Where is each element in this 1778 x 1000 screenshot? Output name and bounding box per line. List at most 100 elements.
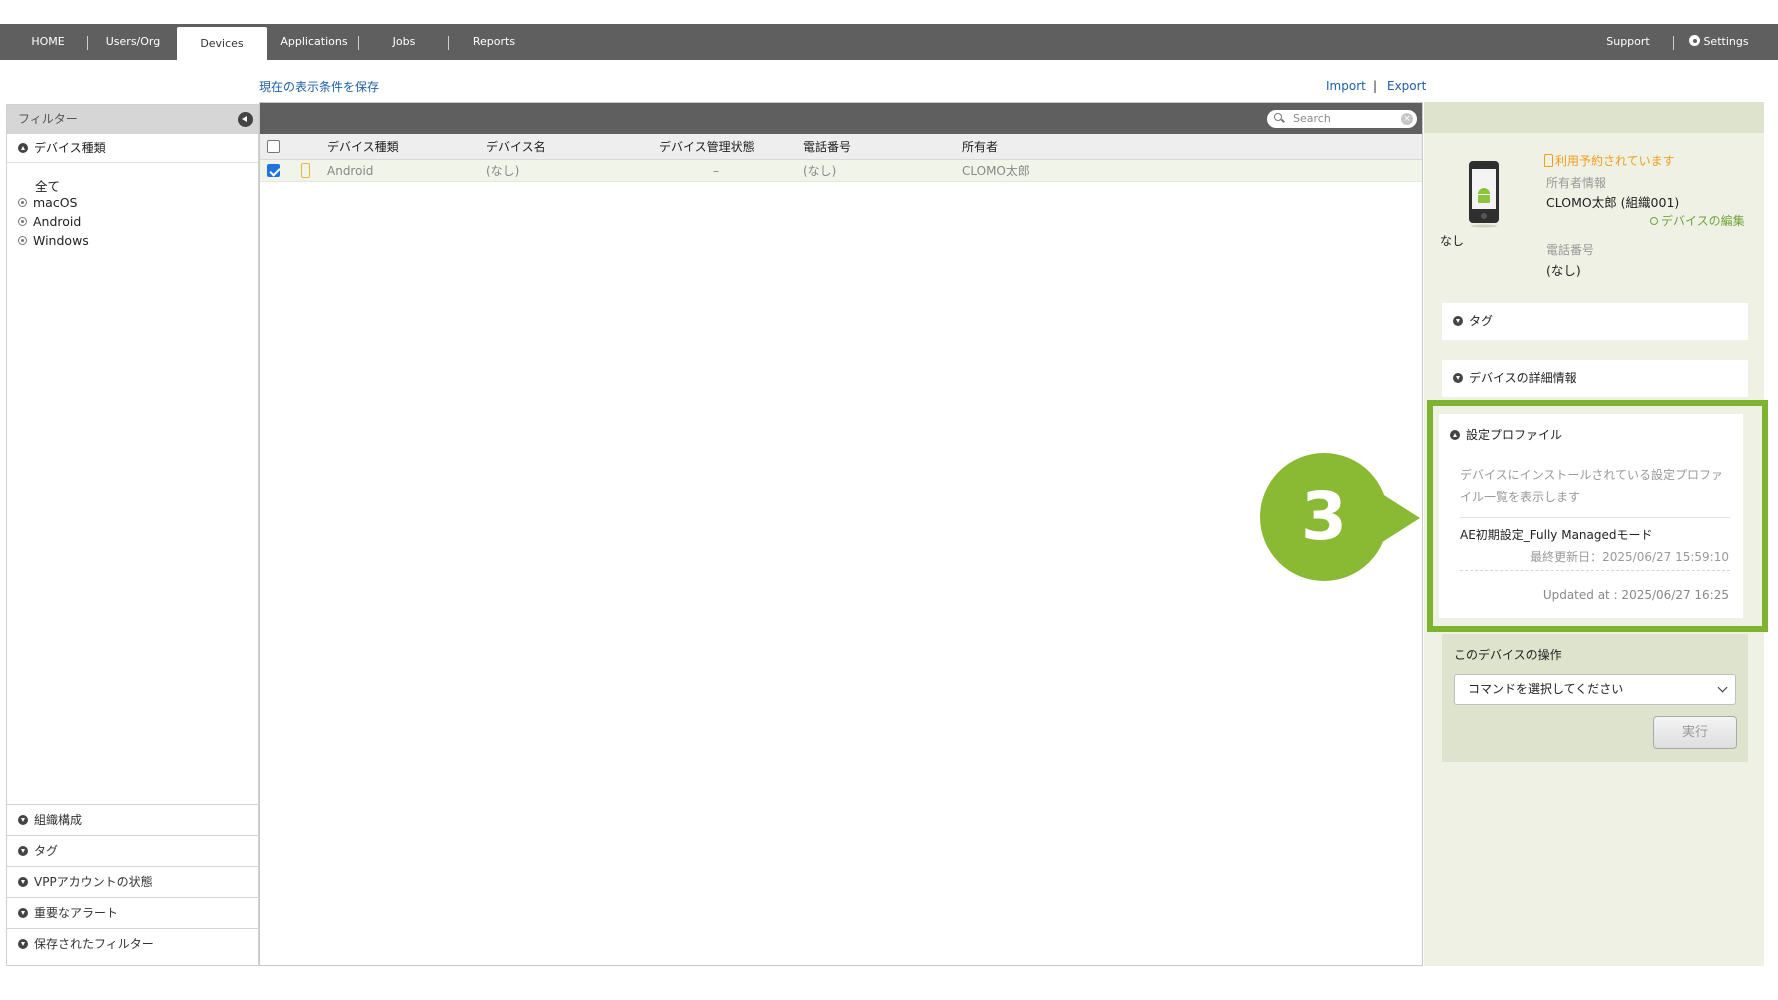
config-profile-toggle[interactable]: 設定プロファイル: [1450, 426, 1562, 443]
select-all-checkbox[interactable]: [267, 140, 280, 153]
filter-option-macos[interactable]: macOS: [18, 195, 77, 210]
gear-icon: [1689, 35, 1701, 46]
reservation-notice: 利用予約されています: [1544, 152, 1675, 169]
radio-icon: [18, 217, 27, 226]
save-view-link[interactable]: 現在の表示条件を保存: [259, 78, 379, 95]
filter-title: フィルター: [18, 112, 78, 126]
filter-header: フィルター: [7, 105, 258, 134]
config-profile-title: 設定プロファイル: [1466, 428, 1563, 442]
filter-section-org[interactable]: 組織構成: [7, 804, 258, 835]
filter-option-label: Android: [33, 214, 82, 229]
phone-value: (なし): [1546, 263, 1581, 278]
chevron-down-icon: [18, 939, 28, 949]
chevron-down-icon: [18, 877, 28, 887]
nav-devices[interactable]: Devices: [177, 27, 267, 60]
filter-option-all[interactable]: 全て: [35, 176, 60, 195]
chevron-down-icon: [1453, 373, 1463, 383]
filter-section-alerts[interactable]: 重要なアラート: [7, 897, 258, 928]
phone-label: 電話番号: [1546, 243, 1595, 257]
device-caption: なし: [1440, 234, 1465, 248]
import-link[interactable]: Import: [1326, 79, 1366, 93]
chevron-down-icon: [18, 908, 28, 918]
nav-applications[interactable]: Applications: [276, 24, 352, 60]
filter-option-android[interactable]: Android: [18, 214, 81, 229]
filter-panel: フィルター デバイス種類 全て macOS Android Windows 組織…: [6, 104, 259, 966]
nav-separator: [358, 36, 359, 50]
column-owner[interactable]: 所有者: [962, 134, 998, 160]
cell-phone: (なし): [803, 164, 837, 178]
android-phone-icon: [1469, 161, 1499, 228]
command-select[interactable]: コマンドを選択してください: [1454, 674, 1736, 705]
nav-users-org[interactable]: Users/Org: [98, 24, 168, 60]
edit-icon: [1650, 217, 1658, 225]
search-input[interactable]: Search ×: [1267, 110, 1417, 128]
tag-section[interactable]: タグ: [1442, 303, 1748, 340]
device-operations: このデバイスの操作 コマンドを選択してください 実行: [1442, 634, 1748, 762]
nav-separator: [87, 36, 88, 50]
column-phone[interactable]: 電話番号: [803, 134, 851, 160]
edit-device-label: デバイスの編集: [1661, 214, 1745, 228]
nav-separator: [1673, 36, 1674, 50]
chevron-down-icon: [1717, 682, 1728, 693]
column-device-name[interactable]: デバイス名: [486, 134, 546, 160]
edit-device-link[interactable]: デバイスの編集: [1650, 212, 1745, 229]
profile-last-updated: 最終更新日：2025/06/27 15:59:10: [1530, 550, 1729, 564]
detail-header-bar: [1424, 102, 1764, 133]
reservation-text: 利用予約されています: [1555, 154, 1675, 168]
smartphone-icon: [301, 163, 310, 178]
filter-section-label: 組織構成: [34, 813, 83, 827]
divider: [1460, 517, 1730, 518]
export-link[interactable]: Export: [1387, 79, 1426, 93]
nav-settings-label: Settings: [1703, 35, 1749, 48]
filter-option-label: macOS: [33, 195, 78, 210]
chevron-up-icon: [18, 143, 28, 153]
chevron-up-icon: [1450, 430, 1460, 440]
nav-separator: [448, 36, 449, 50]
chevron-down-icon: [1453, 316, 1463, 326]
command-select-value: コマンドを選択してください: [1468, 682, 1624, 696]
profile-updated-at: Updated at : 2025/06/27 16:25: [1542, 588, 1729, 602]
owner-label: 所有者情報: [1546, 176, 1607, 190]
config-profile-section: 設定プロファイル デバイスにインストールされている設定プロファイル一覧を表示しま…: [1439, 414, 1743, 618]
nav-reports[interactable]: Reports: [464, 24, 524, 60]
step-number: 3: [1301, 478, 1347, 555]
search-icon: [1274, 113, 1282, 121]
operations-title: このデバイスの操作: [1454, 648, 1562, 662]
divider: [1460, 570, 1730, 571]
filter-section-tag[interactable]: タグ: [7, 835, 258, 866]
cell-device-type: Android: [327, 164, 374, 178]
clear-icon[interactable]: ×: [1401, 113, 1413, 125]
filter-section-label: タグ: [34, 844, 59, 858]
filter-section-vpp[interactable]: VPPアカウントの状態: [7, 866, 258, 897]
filter-section-label: 保存されたフィルター: [34, 937, 154, 951]
filter-section-label: 重要なアラート: [34, 906, 119, 920]
column-management-status[interactable]: デバイス管理状態: [659, 134, 755, 160]
cell-device-name: (なし): [486, 164, 520, 178]
device-details-label: デバイスの詳細情報: [1469, 371, 1577, 385]
list-toolbar: Search ×: [260, 103, 1422, 134]
column-device-type[interactable]: デバイス種類: [327, 134, 399, 160]
cell-owner: CLOMO太郎: [962, 164, 1030, 178]
search-placeholder: Search: [1293, 112, 1331, 125]
top-nav: HOME Users/Org Devices Applications Jobs…: [0, 24, 1778, 60]
radio-icon: [18, 198, 27, 207]
tag-section-label: タグ: [1469, 314, 1494, 328]
table-row[interactable]: Android (なし) – (なし) CLOMO太郎: [260, 160, 1422, 182]
collapse-filter-icon[interactable]: [238, 112, 253, 127]
run-button[interactable]: 実行: [1653, 716, 1737, 749]
nav-support[interactable]: Support: [1598, 24, 1658, 60]
chevron-down-icon: [18, 815, 28, 825]
device-details-section[interactable]: デバイスの詳細情報: [1442, 360, 1748, 397]
table-header: デバイス種類 デバイス名 デバイス管理状態 電話番号 所有者: [260, 134, 1422, 160]
filter-option-windows[interactable]: Windows: [18, 233, 89, 248]
row-checkbox[interactable]: [267, 164, 280, 177]
nav-home[interactable]: HOME: [20, 24, 76, 60]
device-type-section[interactable]: デバイス種類: [7, 134, 258, 163]
reservation-icon: [1544, 154, 1553, 167]
profile-name[interactable]: AE初期設定_Fully Managedモード: [1460, 526, 1653, 543]
cell-status: –: [713, 164, 719, 178]
nav-jobs[interactable]: Jobs: [380, 24, 428, 60]
chevron-down-icon: [18, 846, 28, 856]
filter-section-saved[interactable]: 保存されたフィルター: [7, 928, 258, 959]
nav-settings[interactable]: Settings: [1686, 24, 1752, 60]
